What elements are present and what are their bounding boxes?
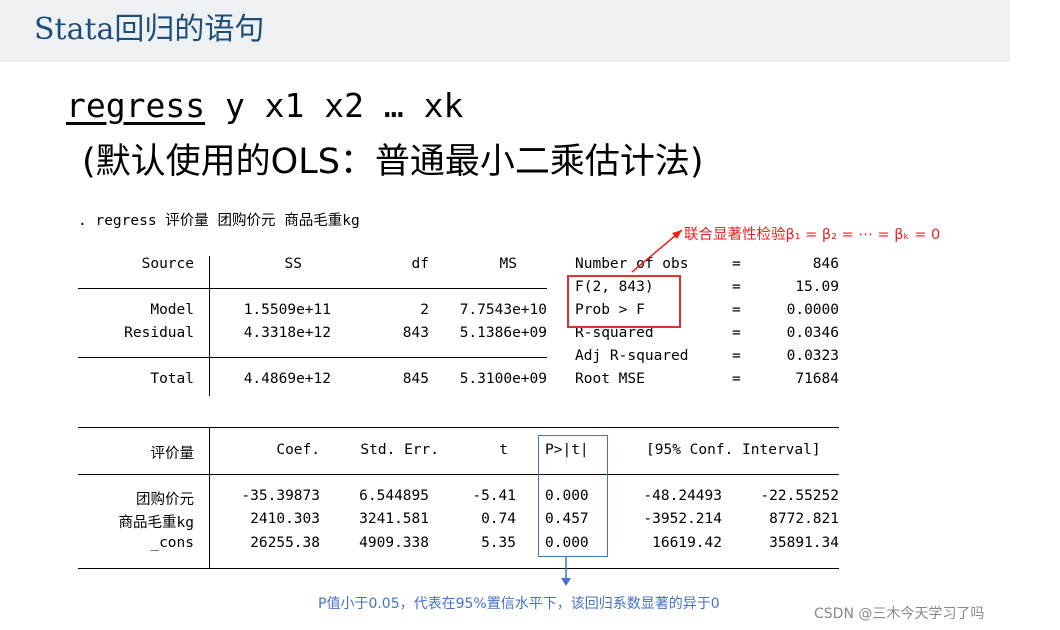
coef-value: -35.39873 bbox=[241, 488, 320, 504]
coef-ci-low: 16619.42 bbox=[652, 535, 722, 551]
joint-test-annotation: 联合显著性检验β₁ = β₂ = ⋯ = βₖ = 0 bbox=[684, 227, 941, 243]
anova-row-residual-df: 843 bbox=[402, 325, 429, 341]
stat-label: Adj R-squared bbox=[575, 348, 689, 364]
syntax-command: regress bbox=[66, 86, 206, 125]
anova-total-df: 845 bbox=[402, 371, 429, 387]
anova-row-residual-ss: 4.3318e+12 bbox=[243, 325, 331, 341]
stat-eq: = bbox=[732, 348, 741, 364]
stat-eq: = bbox=[732, 256, 741, 272]
coef-header-coef: Coef. bbox=[276, 442, 320, 458]
coef-se: 4909.338 bbox=[359, 535, 429, 551]
syntax-note: (默认使用的OLS：普通最小二乘估计法) bbox=[82, 142, 704, 182]
stat-value: 0.0000 bbox=[786, 302, 839, 318]
anova-header-ss: SS bbox=[284, 256, 302, 272]
joint-test-highlight-box bbox=[567, 275, 681, 328]
stat-eq: = bbox=[732, 371, 741, 387]
coef-header-se: Std. Err. bbox=[360, 442, 439, 458]
anova-total-ss: 4.4869e+12 bbox=[243, 371, 331, 387]
coef-header-t: t bbox=[499, 442, 508, 458]
slide-title: Stata回归的语句 bbox=[34, 12, 265, 47]
p-value-annotation: P值小于0.05，代表在95%置信水平下，该回归系数显著的异于0 bbox=[318, 596, 720, 612]
coef-value: 2410.303 bbox=[250, 511, 320, 527]
anova-header-ms: MS bbox=[499, 256, 517, 272]
stat-eq: = bbox=[732, 279, 741, 295]
coef-ci-high: 35891.34 bbox=[769, 535, 839, 551]
watermark: CSDN @三木今天学习了吗 bbox=[814, 606, 985, 622]
anova-total-ms: 5.3100e+09 bbox=[459, 371, 547, 387]
coef-value: 26255.38 bbox=[250, 535, 320, 551]
coef-ci-high: -22.55252 bbox=[760, 488, 839, 504]
coef-rule-mid bbox=[78, 474, 839, 475]
coef-header-var: 评价量 bbox=[150, 446, 195, 462]
anova-row-model-df: 2 bbox=[420, 302, 429, 318]
coef-se: 3241.581 bbox=[359, 511, 429, 527]
anova-row-model-source: Model bbox=[150, 302, 194, 318]
coef-rule-bottom bbox=[78, 568, 839, 569]
anova-total-source: Total bbox=[150, 371, 194, 387]
syntax-line: regress y x1 x2 … xk bbox=[66, 86, 463, 125]
anova-rule-mid bbox=[78, 357, 547, 358]
anova-row-model-ms: 7.7543e+10 bbox=[459, 302, 547, 318]
coef-var: 团购价元 bbox=[136, 492, 194, 508]
coef-var: _cons bbox=[150, 535, 194, 551]
coef-t: 5.35 bbox=[481, 535, 516, 551]
stat-value: 15.09 bbox=[795, 279, 839, 295]
stat-value: 0.0323 bbox=[786, 348, 839, 364]
coef-t: -5.41 bbox=[472, 488, 516, 504]
coef-t: 0.74 bbox=[481, 511, 516, 527]
title-bar: Stata回归的语句 bbox=[0, 0, 1010, 62]
anova-rule-top bbox=[78, 288, 547, 289]
p-value-arrow bbox=[561, 556, 571, 586]
stat-value: 0.0346 bbox=[786, 325, 839, 341]
coef-ci-high: 8772.821 bbox=[769, 511, 839, 527]
stat-label: Root MSE bbox=[575, 371, 645, 387]
anova-header-source: Source bbox=[141, 256, 194, 272]
arrow-down-icon bbox=[561, 578, 571, 586]
p-value-highlight-box bbox=[538, 435, 608, 557]
anova-header-df: df bbox=[411, 256, 429, 272]
coef-rule-top bbox=[78, 427, 839, 428]
anova-row-residual-source: Residual bbox=[124, 325, 194, 341]
anova-row-residual-ms: 5.1386e+09 bbox=[459, 325, 547, 341]
stat-value: 846 bbox=[812, 256, 839, 272]
coef-header-ci: [95% Conf. Interval] bbox=[646, 442, 821, 458]
coef-ci-low: -48.24493 bbox=[643, 488, 722, 504]
coef-se: 6.544895 bbox=[359, 488, 429, 504]
coef-var: 商品毛重kg bbox=[118, 515, 194, 531]
syntax-args: y x1 x2 … xk bbox=[205, 86, 464, 125]
stat-value: 71684 bbox=[795, 371, 839, 387]
coef-vrule bbox=[209, 427, 210, 569]
stat-eq: = bbox=[732, 302, 741, 318]
anova-row-model-ss: 1.5509e+11 bbox=[243, 302, 331, 318]
stata-command: . regress 评价量 团购价元 商品毛重kg bbox=[78, 213, 360, 229]
stat-eq: = bbox=[732, 325, 741, 341]
coef-ci-low: -3952.214 bbox=[643, 511, 722, 527]
